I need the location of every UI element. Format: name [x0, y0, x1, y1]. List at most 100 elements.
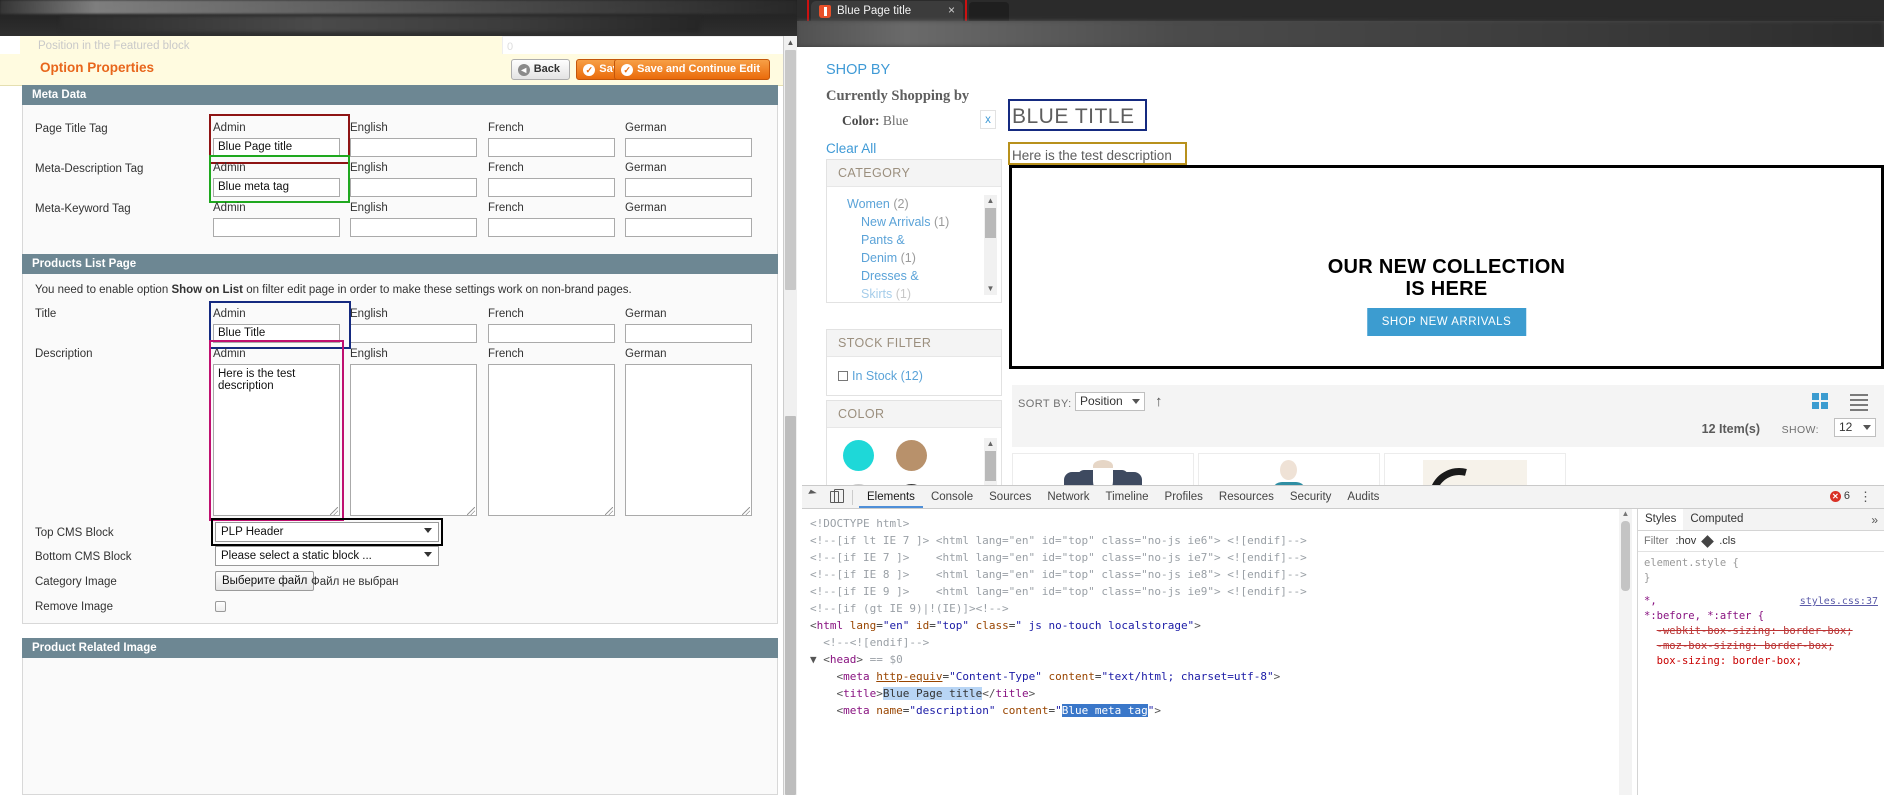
styles-rule-element-style[interactable]: element.style { }: [1638, 552, 1884, 590]
bottom-cms-block-select[interactable]: Please select a static block ...: [215, 546, 439, 566]
scroll-down-icon-category[interactable]: ▼: [984, 283, 997, 295]
page-title-tag-french-input[interactable]: [488, 138, 615, 157]
shop-new-arrivals-button[interactable]: SHOP NEW ARRIVALS: [1367, 308, 1527, 336]
stock-filter-in-stock[interactable]: In Stock (12): [827, 357, 1001, 395]
plp-description-english-textarea[interactable]: [350, 364, 477, 516]
bottom-cms-block-label: Bottom CMS Block: [35, 551, 132, 563]
scroll-up-icon-color[interactable]: ▲: [984, 438, 997, 450]
meta-keyword-french-input[interactable]: [488, 218, 615, 237]
scrollbar-thumb-lower[interactable]: [785, 416, 796, 795]
category-list-scrollbar[interactable]: ▲ ▼: [984, 195, 997, 295]
page-title-tag-admin-input[interactable]: Blue Page title: [213, 138, 340, 157]
show-per-page-select[interactable]: 12: [1834, 418, 1876, 437]
devtools-tab-sources[interactable]: Sources: [981, 486, 1039, 508]
clear-all-link[interactable]: Clear All: [826, 141, 876, 156]
category-link-dresses-skirts[interactable]: Dresses &: [827, 267, 1001, 285]
error-count-badge[interactable]: ✕ 6: [1830, 490, 1850, 502]
category-link-pants-denim[interactable]: Pants &: [827, 231, 1001, 249]
plp-title-admin-input[interactable]: Blue Title: [213, 324, 340, 343]
styles-cls-toggle[interactable]: .cls: [1719, 535, 1736, 547]
browser-tab-next[interactable]: [969, 2, 1009, 21]
back-button[interactable]: ◄ Back: [511, 59, 570, 80]
save-and-continue-edit-button[interactable]: ✓ Save and Continue Edit: [614, 59, 770, 80]
list-view-icon[interactable]: [1850, 394, 1868, 408]
sort-by-select[interactable]: Position: [1075, 392, 1145, 411]
hint-post: on filter edit page in order to make the…: [243, 284, 632, 296]
category-link-women[interactable]: Women (2): [827, 195, 1001, 213]
meta-description-german-input[interactable]: [625, 178, 752, 197]
scrollbar-thumb-upper[interactable]: [785, 50, 796, 290]
plp-description-admin-textarea[interactable]: Here is the test description: [213, 364, 340, 516]
filter-title-color: COLOR: [827, 401, 1001, 428]
remove-filter-button[interactable]: x: [980, 110, 996, 129]
textarea-resize-grip-english[interactable]: [467, 507, 475, 515]
meta-keyword-german-input[interactable]: [625, 218, 752, 237]
close-icon[interactable]: ×: [948, 4, 955, 17]
dom-scrollbar-thumb[interactable]: [1621, 521, 1630, 591]
scroll-up-icon-dom[interactable]: ▲: [1619, 509, 1632, 518]
browser-tab-blue-page-title[interactable]: Blue Page title ×: [811, 1, 963, 21]
category-link-denim-cont[interactable]: Denim (1): [827, 249, 1001, 267]
devtools-tab-timeline[interactable]: Timeline: [1098, 486, 1157, 508]
rule-prop-webkit-box-sizing[interactable]: -webkit-box-sizing: border-box;: [1657, 625, 1853, 637]
meta-description-french-input[interactable]: [488, 178, 615, 197]
textarea-resize-grip-french[interactable]: [605, 507, 613, 515]
meta-keyword-english-input[interactable]: [350, 218, 477, 237]
plp-title-french-input[interactable]: [488, 324, 615, 343]
styles-tab-styles[interactable]: Styles: [1638, 509, 1683, 530]
plp-title-german-input[interactable]: [625, 324, 752, 343]
plp-description-label: Description: [35, 348, 93, 360]
category-scrollbar-thumb[interactable]: [985, 208, 996, 238]
devtools-dom-scrollbar[interactable]: ▲: [1619, 509, 1632, 795]
page-title-tag-german-input[interactable]: [625, 138, 752, 157]
styles-tab-computed[interactable]: Computed: [1683, 509, 1750, 530]
remove-image-checkbox[interactable]: [215, 601, 226, 612]
scroll-up-icon[interactable]: ▲: [784, 36, 797, 50]
textarea-resize-grip-german[interactable]: [742, 507, 750, 515]
rule-prop-box-sizing[interactable]: box-sizing: border-box;: [1657, 655, 1802, 667]
devtools-dom-tree[interactable]: <!DOCTYPE html> <!--[if lt IE 7 ]> <html…: [802, 509, 1619, 795]
top-cms-block-select[interactable]: PLP Header: [215, 522, 439, 542]
divider: [852, 490, 853, 505]
color-swatch-turquoise[interactable]: [843, 440, 874, 471]
color-picker-icon[interactable]: [1701, 535, 1714, 548]
inspect-cursor-icon[interactable]: [802, 486, 824, 508]
devtools-tab-network[interactable]: Network: [1039, 486, 1097, 508]
devtools-panel: Elements Console Sources Network Timelin…: [802, 485, 1884, 795]
page-title-tag-english-input[interactable]: [350, 138, 477, 157]
meta-keyword-admin-input[interactable]: [213, 218, 340, 237]
color-scrollbar-thumb[interactable]: [985, 451, 996, 481]
styles-hov-toggle[interactable]: :hov: [1675, 535, 1696, 547]
arrow-up-icon[interactable]: ↑: [1155, 393, 1163, 410]
admin-vertical-scrollbar[interactable]: ▲: [783, 36, 797, 795]
devtools-tab-security[interactable]: Security: [1282, 486, 1340, 508]
kebab-menu-icon[interactable]: ⋮: [1859, 490, 1872, 504]
devtools-tab-console[interactable]: Console: [923, 486, 981, 508]
devtools-tab-resources[interactable]: Resources: [1211, 486, 1282, 508]
textarea-resize-grip-admin[interactable]: [330, 507, 338, 515]
devtools-tab-elements[interactable]: Elements: [859, 486, 923, 508]
scroll-up-icon-category[interactable]: ▲: [984, 195, 997, 207]
chevron-right-icon[interactable]: »: [1871, 513, 1878, 527]
plp-description-german-textarea[interactable]: [625, 364, 752, 516]
category-link-new-arrivals[interactable]: New Arrivals (1): [827, 213, 1001, 231]
devtools-tab-audits[interactable]: Audits: [1339, 486, 1387, 508]
rule-prop-moz-box-sizing[interactable]: -moz-box-sizing: border-box;: [1657, 640, 1834, 652]
rule-source-link[interactable]: styles.css:37: [1800, 594, 1878, 609]
devtools-tab-profiles[interactable]: Profiles: [1157, 486, 1211, 508]
position-in-featured-block-input[interactable]: 0: [502, 36, 797, 56]
styles-rule-universal[interactable]: *,styles.css:37 *:before, *:after { -web…: [1638, 590, 1884, 673]
checkbox-icon-in-stock[interactable]: [838, 371, 848, 381]
meta-description-admin-input[interactable]: Blue meta tag: [213, 178, 340, 197]
styles-filter-input[interactable]: Filter: [1644, 535, 1668, 547]
plp-title-english-input[interactable]: [350, 324, 477, 343]
category-link-skirts-cont[interactable]: Skirts (1): [827, 285, 1001, 302]
category-scroll-list[interactable]: Women (2) New Arrivals (1) Pants & Denim…: [827, 187, 1001, 302]
category-image-choose-file-button[interactable]: Выберите файл: [215, 571, 314, 591]
grid-view-icon[interactable]: [1812, 393, 1828, 409]
plp-description-french-textarea[interactable]: [488, 364, 615, 516]
device-toolbar-icon[interactable]: [824, 486, 846, 508]
color-swatch-tan[interactable]: [896, 440, 927, 471]
meta-description-english-input[interactable]: [350, 178, 477, 197]
chevron-down-icon-2: [424, 552, 432, 557]
